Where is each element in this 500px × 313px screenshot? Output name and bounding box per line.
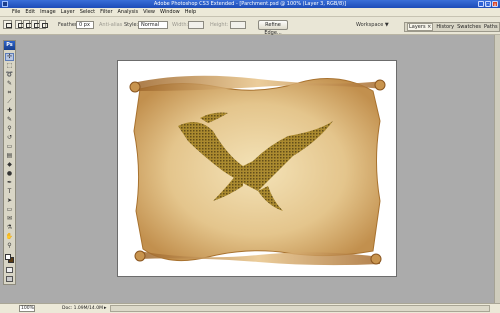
height-label: Height:	[210, 22, 229, 28]
collapsed-panel-dock[interactable]	[494, 35, 500, 303]
title-bar: Adobe Photoshop CS3 Extended - [Parchmen…	[0, 0, 500, 8]
feather-input[interactable]: 0 px	[76, 21, 94, 29]
menu-layer[interactable]: Layer	[61, 9, 75, 15]
workspace-menu[interactable]: Workspace ▼	[356, 22, 389, 28]
tab-swatches[interactable]: Swatches	[457, 24, 481, 30]
antialias-checkbox[interactable]: Anti-alias	[99, 22, 122, 28]
ps-logo: Ps	[4, 41, 15, 50]
new-selection-icon[interactable]	[15, 20, 24, 29]
menu-view[interactable]: View	[143, 9, 155, 15]
window-title: Adobe Photoshop CS3 Extended - [Parchmen…	[153, 1, 347, 7]
menu-help[interactable]: Help	[185, 9, 196, 15]
panel-tabs: Layers × History Swatches Paths	[404, 22, 500, 32]
document-info: Doc: 1.09M/14.0M	[62, 306, 103, 311]
document-canvas[interactable]	[118, 61, 396, 276]
window-controls: _ □ x	[478, 1, 498, 7]
maximize-button[interactable]: □	[485, 1, 491, 7]
foreground-color-swatch[interactable]	[5, 254, 11, 260]
parchment-artwork	[129, 75, 386, 266]
subtract-selection-icon[interactable]	[31, 20, 40, 29]
brush-tool[interactable]: ✎	[5, 116, 14, 124]
lasso-tool[interactable]: ➰	[5, 71, 14, 79]
eyedropper-tool[interactable]: ⚗	[5, 224, 14, 232]
style-select[interactable]: Normal	[138, 21, 168, 29]
menu-select[interactable]: Select	[80, 9, 95, 15]
refine-edge-button[interactable]: Refine Edge...	[258, 20, 288, 36]
crop-tool[interactable]: ⌗	[5, 89, 14, 97]
horizontal-scrollbar[interactable]	[110, 305, 490, 312]
menu-filter[interactable]: Filter	[100, 9, 112, 15]
quick-mask-icon[interactable]	[6, 267, 13, 273]
minimize-button[interactable]: _	[478, 1, 484, 7]
app-icon	[2, 1, 8, 7]
marquee-tool[interactable]: ⬚	[5, 62, 14, 70]
zoom-tool[interactable]: ⚲	[5, 242, 14, 250]
status-menu-arrow-icon[interactable]: ▸	[104, 306, 107, 311]
gradient-tool[interactable]: ▤	[5, 152, 14, 160]
tab-layers[interactable]: Layers ×	[407, 23, 434, 31]
quick-select-tool[interactable]: ✎	[5, 80, 14, 88]
style-label: Style:	[124, 22, 139, 28]
add-selection-icon[interactable]	[23, 20, 32, 29]
photoshop-window: Adobe Photoshop CS3 Extended - [Parchmen…	[0, 0, 500, 313]
tab-history[interactable]: History	[436, 24, 454, 30]
path-select-tool[interactable]: ➤	[5, 197, 14, 205]
shape-tool[interactable]: ▭	[5, 206, 14, 214]
hand-tool[interactable]: ✋	[5, 233, 14, 241]
width-label: Width:	[172, 22, 189, 28]
marquee-preset-icon[interactable]	[3, 20, 12, 29]
history-brush-tool[interactable]: ↺	[5, 134, 14, 142]
menu-bar: File Edit Image Layer Select Filter Anal…	[0, 8, 500, 17]
eraser-tool[interactable]: ▭	[5, 143, 14, 151]
menu-analysis[interactable]: Analysis	[118, 9, 139, 15]
screen-mode-icon[interactable]	[6, 276, 13, 282]
close-button[interactable]: x	[492, 1, 498, 7]
type-tool[interactable]: T	[5, 188, 14, 196]
height-input[interactable]	[230, 21, 246, 29]
menu-file[interactable]: File	[12, 9, 20, 15]
dodge-tool[interactable]: ●	[5, 170, 14, 178]
toolbox: Ps ✢ ⬚ ➰ ✎ ⌗ ⟋ ✚ ✎ ⚲ ↺ ▭ ▤ ◆ ● ✒ T ➤ ▭ ✉ ⚗ ✋ ⚲	[3, 40, 16, 285]
stamp-tool[interactable]: ⚲	[5, 125, 14, 133]
pen-tool[interactable]: ✒	[5, 179, 14, 187]
menu-edit[interactable]: Edit	[25, 9, 35, 15]
healing-tool[interactable]: ✚	[5, 107, 14, 115]
intersect-selection-icon[interactable]	[39, 20, 48, 29]
slice-tool[interactable]: ⟋	[5, 98, 14, 106]
notes-tool[interactable]: ✉	[5, 215, 14, 223]
menu-window[interactable]: Window	[160, 9, 180, 15]
width-input[interactable]	[188, 21, 204, 29]
zoom-level-field[interactable]: 100%	[19, 305, 35, 312]
tab-paths[interactable]: Paths	[484, 24, 498, 30]
status-bar: 100% Doc: 1.09M/14.0M ▸	[0, 303, 500, 313]
menu-image[interactable]: Image	[40, 9, 56, 15]
blur-tool[interactable]: ◆	[5, 161, 14, 169]
move-tool[interactable]: ✢	[5, 53, 14, 61]
